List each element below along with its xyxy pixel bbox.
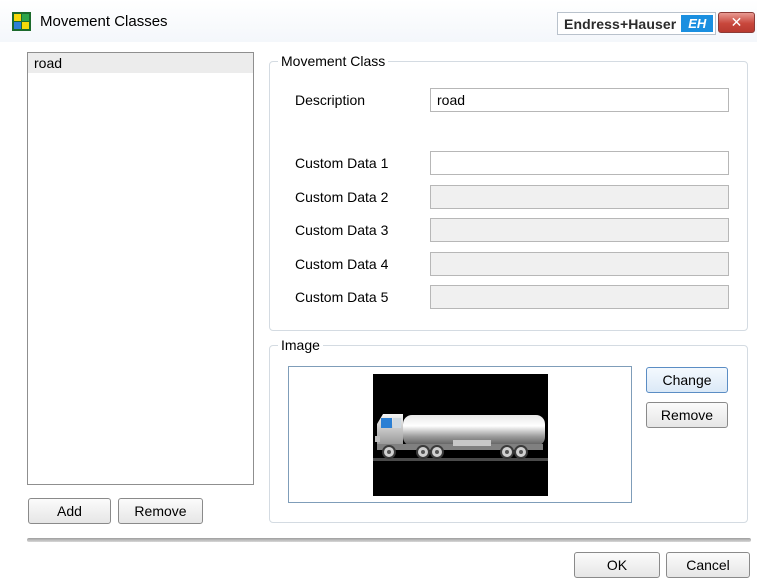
image-legend: Image (278, 337, 323, 353)
custom-data-2-field (430, 185, 729, 209)
movement-class-list[interactable]: road (27, 52, 254, 485)
change-image-button[interactable]: Change (646, 367, 728, 393)
custom-data-4-field (430, 252, 729, 276)
close-icon: ✕ (730, 14, 743, 30)
movement-classes-dialog: Movement Classes Endress+Hauser EH ✕ roa… (0, 0, 757, 585)
window-title: Movement Classes (40, 13, 168, 30)
eh-logo-icon: EH (681, 15, 714, 32)
custom-data-1-field[interactable] (430, 151, 729, 175)
remove-class-button[interactable]: Remove (118, 498, 203, 524)
tanker-truck-icon (373, 414, 548, 461)
custom-data-4-label: Custom Data 4 (295, 256, 389, 272)
custom-data-5-label: Custom Data 5 (295, 289, 389, 305)
custom-data-5-field (430, 285, 729, 309)
brand-name: Endress+Hauser (564, 15, 677, 32)
description-field[interactable]: road (430, 88, 729, 112)
custom-data-3-field (430, 218, 729, 242)
ok-button[interactable]: OK (574, 552, 660, 578)
custom-data-2-label: Custom Data 2 (295, 189, 389, 205)
cancel-button[interactable]: Cancel (666, 552, 750, 578)
brand-logo: Endress+Hauser EH (557, 12, 716, 35)
add-button[interactable]: Add (28, 498, 111, 524)
movement-class-legend: Movement Class (278, 53, 389, 69)
custom-data-1-label: Custom Data 1 (295, 155, 389, 171)
app-grid-icon (12, 12, 31, 31)
tanker-truck-image (373, 374, 548, 496)
remove-image-button[interactable]: Remove (646, 402, 728, 428)
separator (27, 538, 751, 542)
custom-data-3-label: Custom Data 3 (295, 222, 389, 238)
title-bar: Movement Classes Endress+Hauser EH ✕ (0, 0, 757, 42)
description-label: Description (295, 92, 366, 108)
close-button[interactable]: ✕ (718, 12, 755, 33)
list-item[interactable]: road (28, 53, 253, 73)
